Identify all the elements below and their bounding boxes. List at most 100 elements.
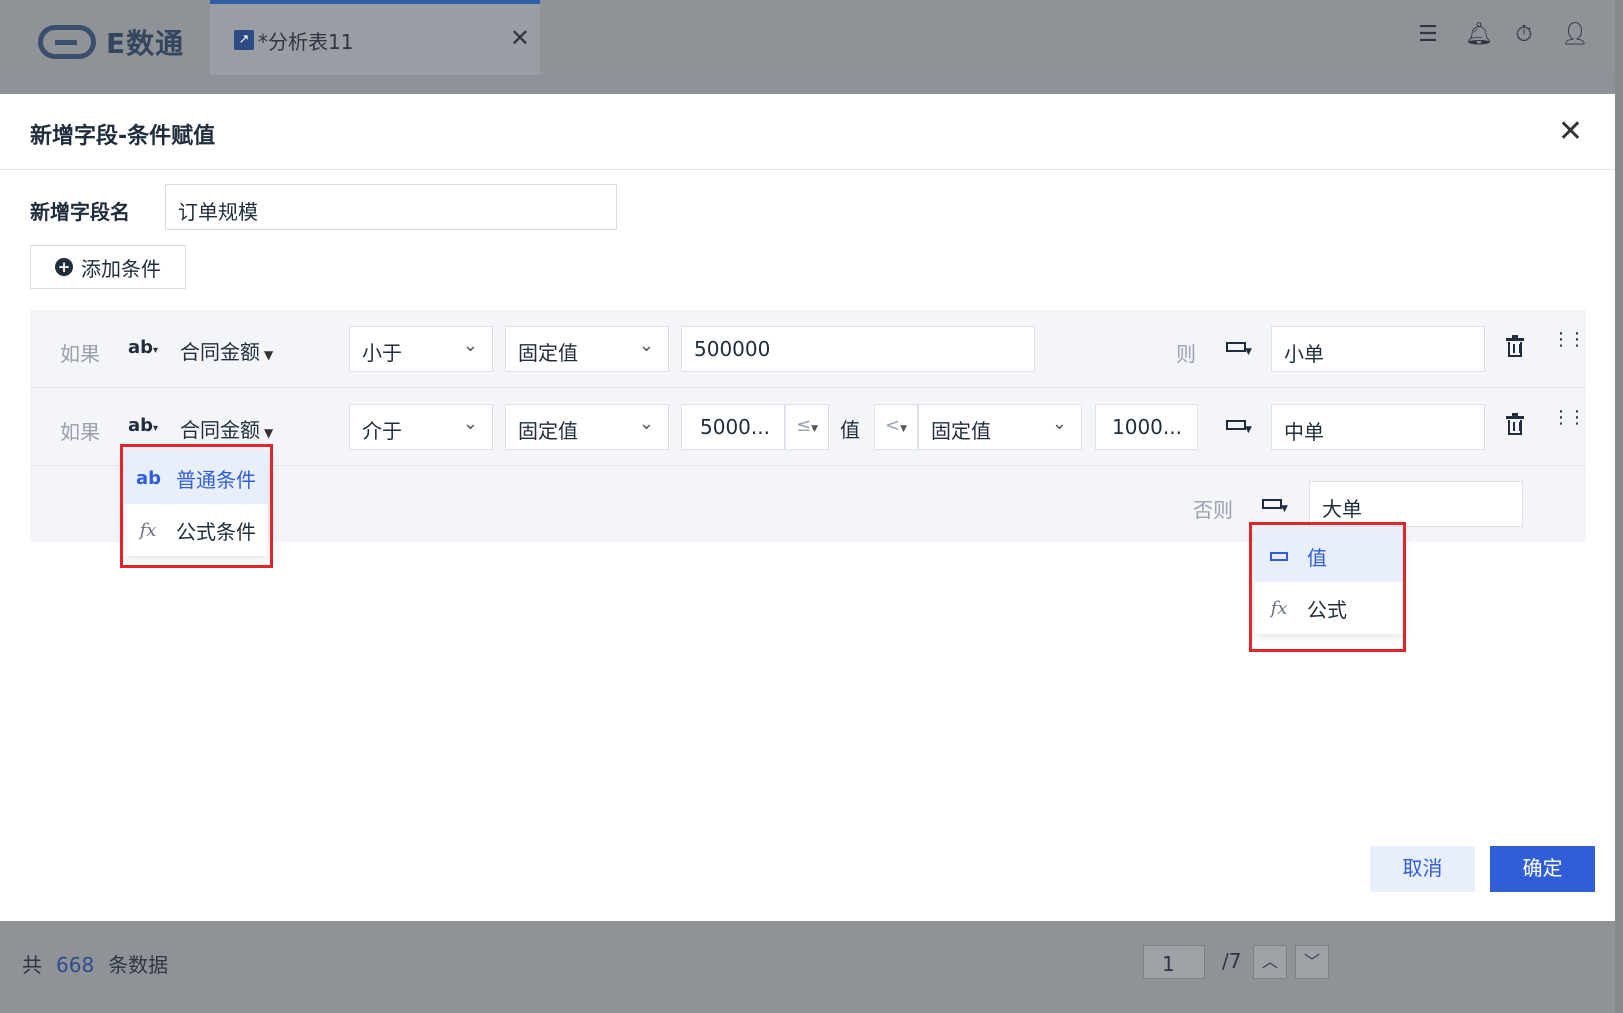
condition-assign-dialog: 新增字段-条件赋值 ✕ 新增字段名 订单规模 + 添加条件 如果 ab▾ 合同金…: [0, 94, 1615, 921]
top-icons: ☰ 🔔︎ ⏱︎ 👤︎: [1417, 22, 1589, 48]
count-value: 668: [56, 953, 95, 977]
page-number-input[interactable]: 1: [1143, 945, 1205, 979]
page-next-button[interactable]: ﹀: [1295, 945, 1329, 979]
cancel-button[interactable]: 取消: [1370, 846, 1475, 892]
value-type-value: 固定值: [518, 341, 578, 365]
chevron-down-icon: ⌄: [638, 413, 654, 434]
app-logo: E数通: [38, 22, 184, 62]
value-box-icon: [1226, 342, 1246, 352]
bell-icon[interactable]: 🔔︎: [1465, 22, 1493, 48]
operator-value: 小于: [362, 341, 402, 365]
menu-item-formula-condition[interactable]: fx 公式条件: [124, 504, 268, 556]
field-select[interactable]: 合同金额 ▼: [180, 336, 273, 365]
field-select-label: 合同金额: [180, 340, 260, 364]
tab-label: *分析表11: [258, 30, 354, 54]
count-prefix: 共: [22, 953, 42, 977]
table-footer: 共 668 条数据 1 /7 ︿ ﹀: [0, 921, 1615, 1013]
result-type-menu: 值 fx 公式: [1255, 530, 1403, 634]
condition-row: 如果 ab▾ 合同金额 ▼ 小于 ⌄ 固定值 ⌄ 500000 则 ▼ 小单 ⋮⋮: [30, 310, 1586, 388]
operator-select[interactable]: 介于 ⌄: [349, 404, 493, 450]
menu-item-normal-condition[interactable]: ab 普通条件: [124, 452, 268, 504]
if-label: 如果: [60, 420, 100, 444]
list-check-icon[interactable]: ☰: [1417, 22, 1439, 48]
condition-type-toggle[interactable]: ab▾: [128, 415, 158, 436]
menu-item-label: 公式: [1307, 597, 1347, 622]
menu-item-formula[interactable]: fx 公式: [1255, 582, 1403, 634]
tab-close-icon[interactable]: ✕: [510, 24, 530, 52]
condition-value-input[interactable]: 500000: [681, 326, 1035, 372]
tab-analysis-11[interactable]: ↗ *分析表11 ✕: [210, 0, 540, 75]
operator-select[interactable]: 小于 ⌄: [349, 326, 493, 372]
chevron-down-icon: ⌄: [1051, 413, 1067, 434]
condition-type-icon: ab: [128, 415, 154, 436]
confirm-button[interactable]: 确定: [1490, 846, 1595, 892]
trash-icon[interactable]: [1506, 413, 1524, 437]
result-type-toggle[interactable]: ▼: [1226, 415, 1252, 435]
condition-type-toggle[interactable]: ab▾: [128, 337, 158, 358]
dialog-header: 新增字段-条件赋值 ✕: [0, 94, 1615, 170]
page-total: /7: [1222, 949, 1242, 973]
value-type-high-select[interactable]: 固定值 ⌄: [918, 404, 1082, 450]
field-select-label: 合同金额: [180, 418, 260, 442]
else-result-type-toggle[interactable]: ▼: [1262, 494, 1288, 514]
op-low-symbol: ≤: [795, 415, 812, 436]
app-topbar: E数通 ↗ *分析表11 ✕ ☰ 🔔︎ ⏱︎ 👤︎: [0, 0, 1623, 75]
result-input[interactable]: 小单: [1271, 326, 1485, 372]
range-high-operator[interactable]: <▼: [874, 404, 918, 450]
value-box-icon: [1262, 499, 1282, 509]
menu-item-label: 普通条件: [176, 467, 256, 492]
field-select[interactable]: 合同金额 ▼: [180, 414, 273, 443]
formula-icon: fx: [139, 519, 157, 541]
logo-text: E数通: [106, 27, 185, 60]
condition-type-icon: ab: [128, 337, 154, 358]
record-count: 共 668 条数据: [22, 949, 168, 978]
menu-item-label: 值: [1307, 545, 1327, 570]
logo-mark-icon: [38, 25, 96, 59]
close-icon[interactable]: ✕: [1558, 114, 1583, 149]
drag-handle-icon[interactable]: ⋮⋮: [1552, 331, 1586, 349]
value-type-select[interactable]: 固定值 ⌄: [505, 326, 669, 372]
chevron-down-icon: ⌄: [462, 413, 478, 434]
chart-line-icon: ↗: [234, 30, 254, 50]
caret-icon: ▼: [1245, 425, 1252, 435]
then-label: 则: [1176, 342, 1196, 366]
field-name-input[interactable]: 订单规模: [165, 184, 617, 230]
timer-icon[interactable]: ⏱︎: [1513, 22, 1535, 48]
drag-handle-icon[interactable]: ⋮⋮: [1552, 409, 1586, 427]
ab-icon: ab: [136, 467, 162, 489]
operator-value: 介于: [362, 419, 402, 443]
value-type-high-value: 固定值: [931, 419, 991, 443]
user-icon[interactable]: 👤︎: [1561, 22, 1589, 48]
chevron-down-icon: ⌄: [638, 335, 654, 356]
condition-type-menu: ab 普通条件 fx 公式条件: [124, 452, 268, 556]
value-mid-label: 值: [840, 418, 860, 442]
if-label: 如果: [60, 342, 100, 366]
else-result-input[interactable]: 大单: [1309, 481, 1523, 527]
window-scrollbar[interactable]: [1615, 0, 1623, 1013]
range-high-input[interactable]: 1000...: [1095, 404, 1198, 450]
result-input[interactable]: 中单: [1271, 404, 1485, 450]
else-label: 否则: [1193, 498, 1233, 522]
page-prev-button[interactable]: ︿: [1253, 945, 1287, 979]
range-low-input[interactable]: 5000...: [681, 404, 785, 450]
add-condition-button[interactable]: + 添加条件: [30, 245, 186, 289]
caret-icon: ▼: [1245, 347, 1252, 357]
op-high-symbol: <: [884, 415, 901, 436]
count-suffix: 条数据: [108, 953, 169, 977]
value-box-icon: [1267, 546, 1291, 567]
add-condition-label: 添加条件: [81, 256, 161, 281]
menu-item-value[interactable]: 值: [1255, 530, 1403, 582]
menu-item-label: 公式条件: [176, 519, 256, 544]
chevron-down-icon: ⌄: [462, 335, 478, 356]
range-low-operator[interactable]: ≤▼: [785, 404, 829, 450]
plus-circle-icon: +: [55, 258, 73, 276]
dialog-title: 新增字段-条件赋值: [30, 124, 216, 149]
result-type-toggle[interactable]: ▼: [1226, 337, 1252, 357]
field-name-label: 新增字段名: [30, 200, 130, 224]
caret-icon: ▼: [1281, 504, 1288, 514]
value-type-value: 固定值: [518, 419, 578, 443]
value-box-icon: [1226, 420, 1246, 430]
value-type-select[interactable]: 固定值 ⌄: [505, 404, 669, 450]
formula-icon: fx: [1270, 597, 1288, 619]
trash-icon[interactable]: [1506, 335, 1524, 359]
